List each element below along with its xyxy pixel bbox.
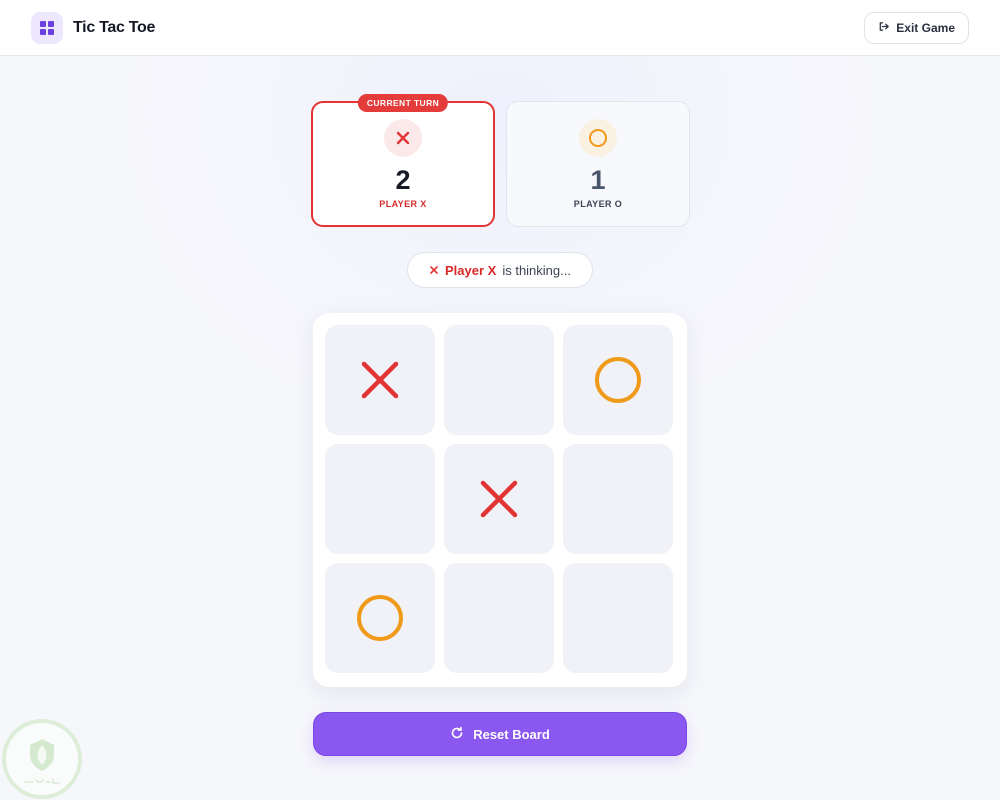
exit-icon: [878, 21, 890, 35]
exit-game-button[interactable]: Exit Game: [864, 11, 969, 44]
player-x-score: 2: [395, 165, 411, 195]
board-cell-9[interactable]: [563, 563, 673, 673]
x-icon: [384, 119, 422, 157]
brand: Tic Tac Toe: [31, 11, 156, 44]
player-x-card: CURRENT TURN 2 PLAYER X: [311, 94, 495, 227]
turn-status: Player X is thinking...: [407, 252, 593, 288]
x-icon: [429, 263, 439, 278]
app-title: Tic Tac Toe: [73, 18, 156, 36]
board-cell-8[interactable]: [444, 563, 554, 673]
refresh-icon: [450, 726, 464, 743]
game-board: [313, 313, 687, 687]
watermark-logo: [2, 719, 82, 799]
grid-icon: [31, 11, 63, 44]
watermark-script-icon: [24, 778, 60, 784]
scoreboard: CURRENT TURN 2 PLAYER X 1 PLAYER O: [311, 94, 690, 227]
x-mark-icon: [480, 480, 518, 518]
status-player: Player X: [445, 262, 497, 278]
o-icon: [579, 119, 617, 157]
board-cell-6[interactable]: [563, 444, 673, 554]
reset-board-label: Reset Board: [473, 726, 550, 742]
exit-game-label: Exit Game: [896, 20, 955, 35]
player-o-card: 1 PLAYER O: [506, 101, 690, 227]
board-cell-1[interactable]: [325, 325, 435, 435]
board-cell-5[interactable]: [444, 444, 554, 554]
o-mark-icon: [357, 595, 403, 641]
current-turn-badge: CURRENT TURN: [357, 94, 449, 112]
player-o-score: 1: [590, 165, 606, 195]
board-cell-2[interactable]: [444, 325, 554, 435]
reset-board-button[interactable]: Reset Board: [313, 712, 687, 756]
top-bar: Tic Tac Toe Exit Game: [0, 0, 1000, 56]
player-o-label: PLAYER O: [573, 199, 623, 209]
status-text: is thinking...: [502, 262, 571, 278]
o-mark-icon: [595, 357, 641, 403]
board-cell-4[interactable]: [325, 444, 435, 554]
board-cell-7[interactable]: [325, 563, 435, 673]
player-x-label: PLAYER X: [379, 199, 427, 209]
x-mark-icon: [361, 361, 399, 399]
leaf-emblem-icon: [30, 739, 54, 771]
board-cell-3[interactable]: [563, 325, 673, 435]
